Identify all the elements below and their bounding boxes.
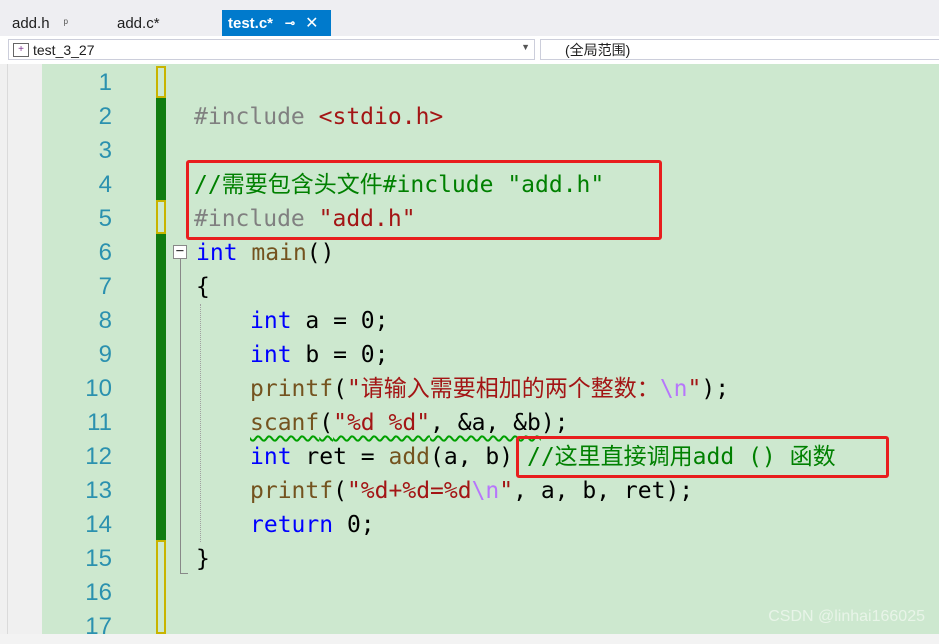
line-number: 2 <box>98 103 112 130</box>
line-number: 6 <box>98 239 112 266</box>
indicator-margin <box>0 64 42 634</box>
line-number: 17 <box>85 613 112 640</box>
line-number: 8 <box>98 307 112 334</box>
scope-dropdown[interactable]: (全局范围) <box>540 39 939 60</box>
navigation-bar: + test_3_27 ▼ (全局范围) <box>0 36 939 65</box>
project-dropdown[interactable]: + test_3_27 ▼ <box>8 39 535 60</box>
change-marker-saved <box>156 200 166 234</box>
tab-add-c[interactable]: add.c* <box>105 10 220 36</box>
watermark: CSDN @linhai166025 <box>768 608 925 625</box>
line-number: 7 <box>98 273 112 300</box>
annotation-box-include <box>186 160 662 240</box>
code-line-14: return 0; <box>250 512 375 538</box>
line-number: 9 <box>98 341 112 368</box>
warning-squiggle: scanf("%d %d", &a, &b <box>250 410 541 436</box>
chevron-down-icon: ▼ <box>521 42 530 52</box>
tab-label: add.c* <box>117 14 160 32</box>
line-number: 11 <box>87 409 112 436</box>
tab-label: test.c* <box>228 14 274 32</box>
document-tab-strip: add.h ᵖ add.c* test.c* ⊸ ✕ <box>0 0 939 36</box>
annotation-box-call <box>516 436 889 478</box>
code-line-13: printf("%d+%d=%d\n", a, b, ret); <box>250 478 694 504</box>
code-line-7: { <box>196 274 210 300</box>
close-icon[interactable]: ✕ <box>305 13 318 33</box>
indent-guide <box>200 304 201 542</box>
code-line-10: printf("请输入需要相加的两个整数：\n"); <box>250 376 730 402</box>
pin-icon[interactable]: ᵖ <box>64 16 69 30</box>
line-number: 4 <box>98 171 112 198</box>
change-marker-unsaved <box>156 234 166 540</box>
scope-name: (全局范围) <box>565 41 631 58</box>
line-number: 13 <box>85 477 112 504</box>
collapse-toggle-icon[interactable]: − <box>173 244 187 259</box>
line-number: 1 <box>98 69 112 96</box>
line-number: 16 <box>85 579 112 606</box>
code-line-6: int main() <box>196 240 335 266</box>
tab-label: add.h <box>12 14 50 32</box>
line-number: 15 <box>85 545 112 572</box>
code-line-15: } <box>196 546 210 572</box>
tab-add-h[interactable]: add.h ᵖ <box>0 10 100 36</box>
line-number: 12 <box>85 443 112 470</box>
change-marker-saved <box>156 540 166 634</box>
code-line-11: scanf("%d %d", &a, &b); <box>250 410 569 436</box>
code-line-2: #include <stdio.h> <box>194 104 444 130</box>
project-icon: + <box>13 42 29 57</box>
code-line-9: int b = 0; <box>250 342 389 368</box>
change-marker-saved <box>156 66 166 98</box>
line-number: 5 <box>98 205 112 232</box>
project-name: test_3_27 <box>33 41 95 58</box>
pin-icon[interactable]: ⊸ <box>285 16 295 30</box>
line-number: 10 <box>85 375 112 402</box>
code-editor[interactable]: 1 2 3 4 5 6 7 8 9 10 11 12 13 14 15 16 1… <box>0 64 939 640</box>
code-line-8: int a = 0; <box>250 308 389 334</box>
change-marker-unsaved <box>156 98 166 200</box>
tab-test-c[interactable]: test.c* ⊸ ✕ <box>222 10 331 36</box>
line-number: 3 <box>98 137 112 164</box>
line-number: 14 <box>85 511 112 538</box>
